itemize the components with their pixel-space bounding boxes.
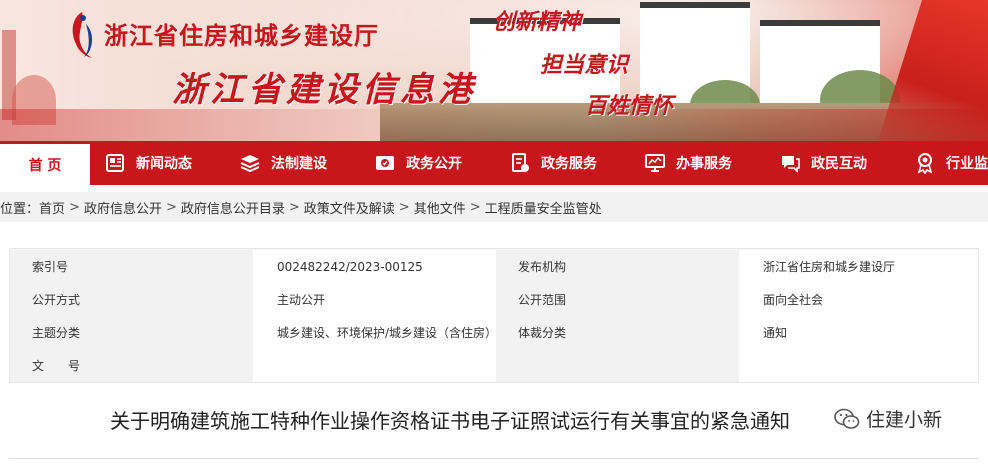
open-gov-icon <box>374 152 396 174</box>
slogan: 创新精神 <box>493 9 582 35</box>
info-row: 主题分类 城乡建设、环境保护/城乡建设（含住房） 体裁分类 通知 <box>10 316 978 349</box>
breadcrumb-item[interactable]: 政府信息公开 <box>84 198 162 217</box>
document-title: 关于明确建筑施工特种作业操作资格证书电子证照试运行有关事宜的紧急通知 <box>110 409 790 433</box>
news-icon <box>104 152 126 174</box>
dept-name[interactable]: 浙江省住房和城乡建设厅 <box>104 16 379 51</box>
monitor-icon <box>644 152 666 174</box>
breadcrumb: 位置： 首页 > 政府信息公开 > 政府信息公开目录 > 政策文件及解读 > 其… <box>0 192 988 222</box>
info-value: 面向全社会 <box>739 283 978 316</box>
info-value: 通知 <box>739 316 978 349</box>
nav-item-open-gov[interactable]: 政务公开 <box>374 141 509 185</box>
watermark: 住建小新 <box>832 405 949 432</box>
medal-icon <box>914 152 936 174</box>
breadcrumb-item[interactable]: 首页 <box>39 198 65 217</box>
nav-item-gov-service[interactable]: 政务服务 <box>509 141 644 185</box>
breadcrumb-item[interactable]: 政府信息公开目录 <box>181 198 285 217</box>
nav-item-label: 政务服务 <box>541 156 597 172</box>
wechat-icon <box>834 408 860 429</box>
breadcrumb-separator: > <box>165 199 177 215</box>
breadcrumb-separator: > <box>469 199 481 215</box>
breadcrumb-prefix: 位置： <box>0 201 40 217</box>
breadcrumb-separator: > <box>288 199 300 215</box>
site-banner: 浙江省住房和城乡建设厅 浙江省建设信息港 创新精神 担当意识 百姓情怀 <box>0 0 988 141</box>
nav-item-affairs[interactable]: 办事服务 <box>644 141 779 185</box>
info-label: 公开范围 <box>496 283 739 316</box>
layers-icon <box>239 152 261 174</box>
info-label: 主题分类 <box>10 316 253 349</box>
slogan: 百姓情怀 <box>585 93 674 119</box>
info-label: 体裁分类 <box>496 316 739 349</box>
info-value: 浙江省住房和城乡建设厅 <box>739 250 978 283</box>
watermark-text: 住建小新 <box>866 409 943 431</box>
breadcrumb-item[interactable]: 政策文件及解读 <box>304 198 395 217</box>
slogan: 担当意识 <box>540 52 629 78</box>
nav-item-label: 政务公开 <box>406 156 462 172</box>
document-info-table: 索引号 002482242/2023-00125 发布机构 浙江省住房和城乡建设… <box>9 248 979 383</box>
portal-name: 浙江省建设信息港 <box>172 70 476 110</box>
info-value: 城乡建设、环境保护/城乡建设（含住房） <box>253 316 497 349</box>
service-icon <box>509 152 531 174</box>
main-nav: 首 页 新闻动态 法制建设 政务公开 政务服务 办事服务 政民互动 行业监 <box>0 141 988 185</box>
nav-item-label: 法制建设 <box>271 156 327 172</box>
nav-item-interaction[interactable]: 政民互动 <box>779 141 914 185</box>
nav-item-home[interactable]: 首 页 <box>0 141 90 185</box>
info-row: 文 号 <box>10 349 978 382</box>
info-value <box>253 349 496 382</box>
breadcrumb-separator: > <box>69 199 80 215</box>
nav-item-label: 办事服务 <box>676 156 732 172</box>
nav-item-industry[interactable]: 行业监 <box>914 141 988 185</box>
breadcrumb-item[interactable]: 其他文件 <box>414 198 466 217</box>
chat-icon <box>779 152 801 174</box>
info-label: 发布机构 <box>496 250 739 283</box>
nav-item-label: 行业监 <box>946 156 988 172</box>
info-row: 公开方式 主动公开 公开范围 面向全社会 <box>10 283 978 316</box>
info-row: 索引号 002482242/2023-00125 发布机构 浙江省住房和城乡建设… <box>10 250 978 283</box>
banner-wave <box>0 109 988 141</box>
dept-logo-icon <box>72 12 93 58</box>
breadcrumb-item[interactable]: 工程质量安全监管处 <box>485 198 602 217</box>
info-label: 文 号 <box>10 349 253 382</box>
breadcrumb-separator: > <box>398 199 410 215</box>
info-value: 主动公开 <box>253 283 496 316</box>
nav-item-legal[interactable]: 法制建设 <box>239 141 374 185</box>
divider <box>9 458 979 459</box>
nav-item-news[interactable]: 新闻动态 <box>104 141 239 185</box>
nav-item-label: 首 页 <box>28 157 62 174</box>
nav-item-label: 新闻动态 <box>136 156 192 172</box>
info-value: 002482242/2023-00125 <box>253 250 496 283</box>
info-label <box>496 349 739 382</box>
nav-item-label: 政民互动 <box>811 156 867 172</box>
info-label: 索引号 <box>10 250 253 283</box>
info-value <box>739 349 978 382</box>
info-label: 公开方式 <box>10 283 253 316</box>
